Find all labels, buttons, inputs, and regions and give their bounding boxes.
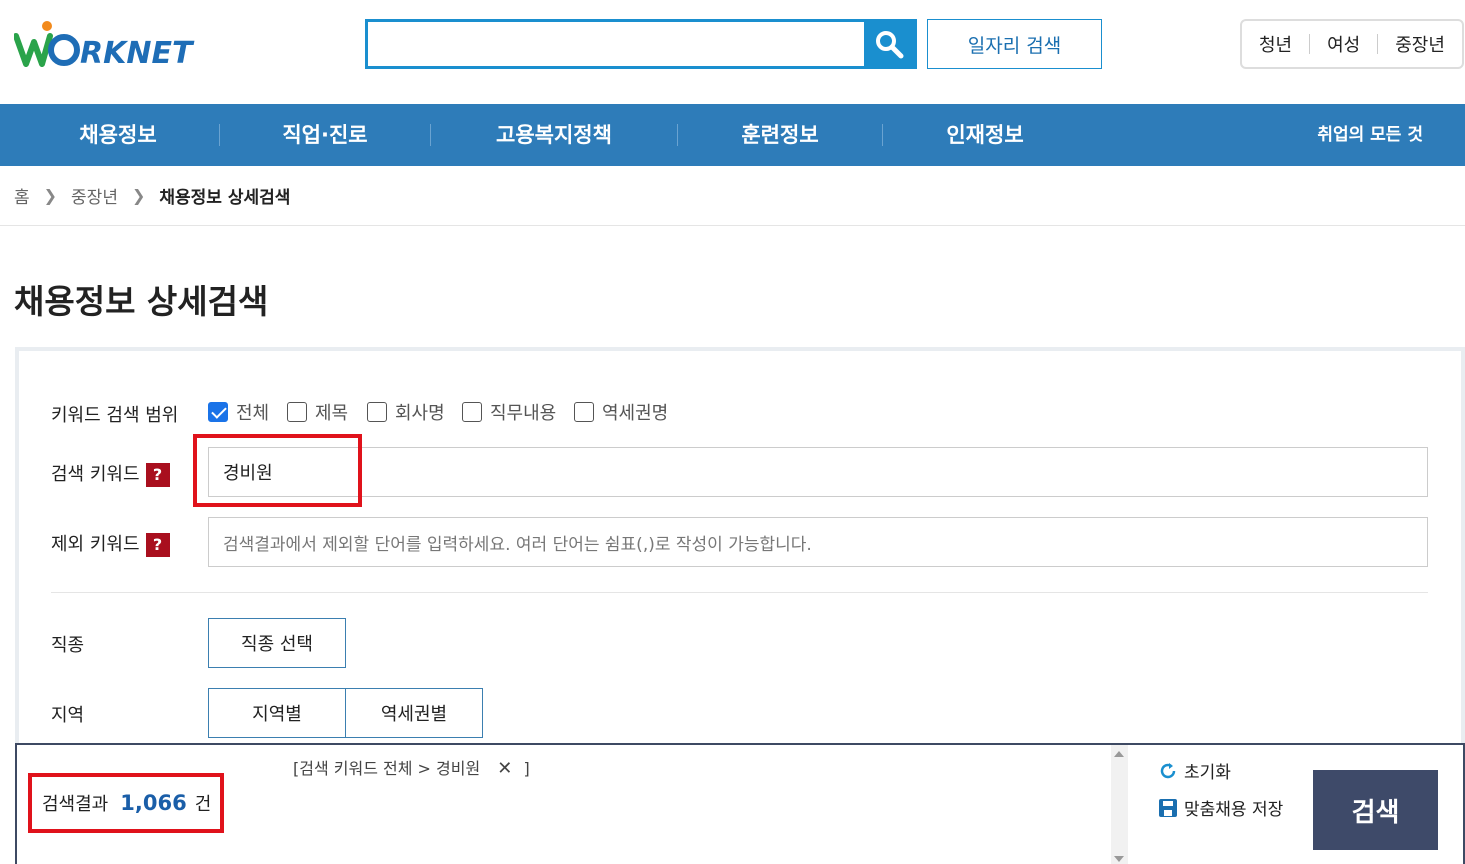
save-label: 맞춤채용 저장 <box>1184 800 1284 820</box>
scope-option-label: 회사명 <box>395 403 445 424</box>
exclude-label: 제외 키워드? <box>51 530 170 557</box>
reset-label: 초기화 <box>1184 763 1231 783</box>
highlight-box <box>193 434 362 507</box>
job-label: 직종 <box>51 635 85 656</box>
refresh-icon <box>1160 762 1176 778</box>
worknet-logo[interactable]: RKNET <box>14 20 210 70</box>
target-tab-middle-aged[interactable]: 중장년 <box>1395 31 1445 57</box>
nav-divider <box>430 124 431 146</box>
active-filter-tag: [검색 키워드 전체 > 경비원 ✕ ] <box>293 755 530 779</box>
nav-divider <box>677 124 678 146</box>
target-tab-women[interactable]: 여성 <box>1327 31 1360 57</box>
region-label: 지역 <box>51 705 85 726</box>
divider <box>1377 34 1379 54</box>
breadcrumb-current: 채용정보 상세검색 <box>159 187 291 208</box>
page-title: 채용정보 상세검색 <box>14 282 269 321</box>
close-icon[interactable]: ✕ <box>497 758 512 779</box>
divider <box>0 225 1465 226</box>
global-search-button[interactable] <box>864 22 914 66</box>
checkbox-checked[interactable] <box>208 402 228 422</box>
target-tab-youth[interactable]: 청년 <box>1259 31 1292 57</box>
checkbox[interactable] <box>287 402 307 422</box>
filter-tag-bracket: ] <box>523 759 530 778</box>
checkbox[interactable] <box>367 402 387 422</box>
scope-option-all[interactable]: 전체 <box>208 399 269 425</box>
exclude-label-text: 제외 키워드 <box>51 534 140 555</box>
filter-tag-text: [검색 키워드 전체 > 경비원 <box>293 759 481 778</box>
nav-item-career[interactable]: 직업·진로 <box>250 104 400 166</box>
nav-slogan[interactable]: 취업의 모든 것 <box>1317 104 1423 166</box>
keyword-label: 검색 키워드? <box>51 460 170 487</box>
checkbox[interactable] <box>574 402 594 422</box>
global-search-input[interactable] <box>368 22 864 66</box>
scope-label: 키워드 검색 범위 <box>51 405 179 426</box>
target-tabs: 청년 여성 중장년 <box>1240 19 1464 69</box>
scope-option-station[interactable]: 역세권명 <box>574 399 668 425</box>
exclude-keyword-input[interactable]: 검색결과에서 제외할 단어를 입력하세요. 여러 단어는 쉼표(,)로 작성이 … <box>208 517 1428 567</box>
job-select-button[interactable]: 직종 선택 <box>208 618 346 668</box>
breadcrumb: 홈 ❯ 중장년 ❯ 채용정보 상세검색 <box>14 182 290 208</box>
header: RKNET 일자리 검색 청년 여성 중장년 <box>0 0 1465 104</box>
scroll-up-icon[interactable] <box>1114 751 1124 757</box>
region-by-station-button[interactable]: 역세권별 <box>345 688 483 738</box>
breadcrumb-home[interactable]: 홈 <box>14 183 30 208</box>
breadcrumb-middle-aged[interactable]: 중장년 <box>71 183 118 208</box>
save-icon <box>1159 798 1177 817</box>
help-icon[interactable]: ? <box>145 463 170 487</box>
divider <box>51 592 1428 593</box>
chevron-right-icon: ❯ <box>131 185 146 205</box>
nav-divider <box>219 124 220 146</box>
search-button[interactable]: 검색 <box>1313 770 1438 850</box>
scrollbar[interactable] <box>1111 745 1128 864</box>
nav-item-training[interactable]: 훈련정보 <box>710 104 850 166</box>
nav-divider <box>882 124 883 146</box>
svg-text:RKNET: RKNET <box>80 36 195 70</box>
job-search-button[interactable]: 일자리 검색 <box>927 19 1102 69</box>
global-search-box <box>365 19 917 69</box>
scope-option-duty[interactable]: 직무내용 <box>462 399 556 425</box>
highlight-box <box>28 773 224 833</box>
scope-option-label: 제목 <box>315 403 349 424</box>
search-icon <box>876 31 904 59</box>
scope-option-company[interactable]: 회사명 <box>367 399 445 425</box>
scroll-down-icon[interactable] <box>1114 856 1124 862</box>
scope-option-label: 전체 <box>236 403 270 424</box>
keyword-input[interactable]: 경비원 <box>208 447 1428 497</box>
save-custom-button[interactable]: 맞춤채용 저장 <box>1158 795 1283 820</box>
nav-item-jobs[interactable]: 채용정보 <box>44 104 192 166</box>
checkbox[interactable] <box>462 402 482 422</box>
region-by-area-button[interactable]: 지역별 <box>208 688 346 738</box>
scope-option-label: 역세권명 <box>602 403 669 424</box>
keyword-label-text: 검색 키워드 <box>51 464 140 485</box>
help-icon[interactable]: ? <box>145 533 170 557</box>
reset-button[interactable]: 초기화 <box>1158 758 1231 783</box>
scope-option-title[interactable]: 제목 <box>287 399 348 425</box>
scope-option-label: 직무내용 <box>490 403 557 424</box>
divider <box>1309 34 1311 54</box>
chevron-right-icon: ❯ <box>43 185 58 205</box>
nav-item-welfare[interactable]: 고용복지정책 <box>470 104 638 166</box>
nav-item-talent[interactable]: 인재정보 <box>915 104 1055 166</box>
main-nav: 채용정보 직업·진로 고용복지정책 훈련정보 인재정보 취업의 모든 것 <box>0 104 1465 166</box>
